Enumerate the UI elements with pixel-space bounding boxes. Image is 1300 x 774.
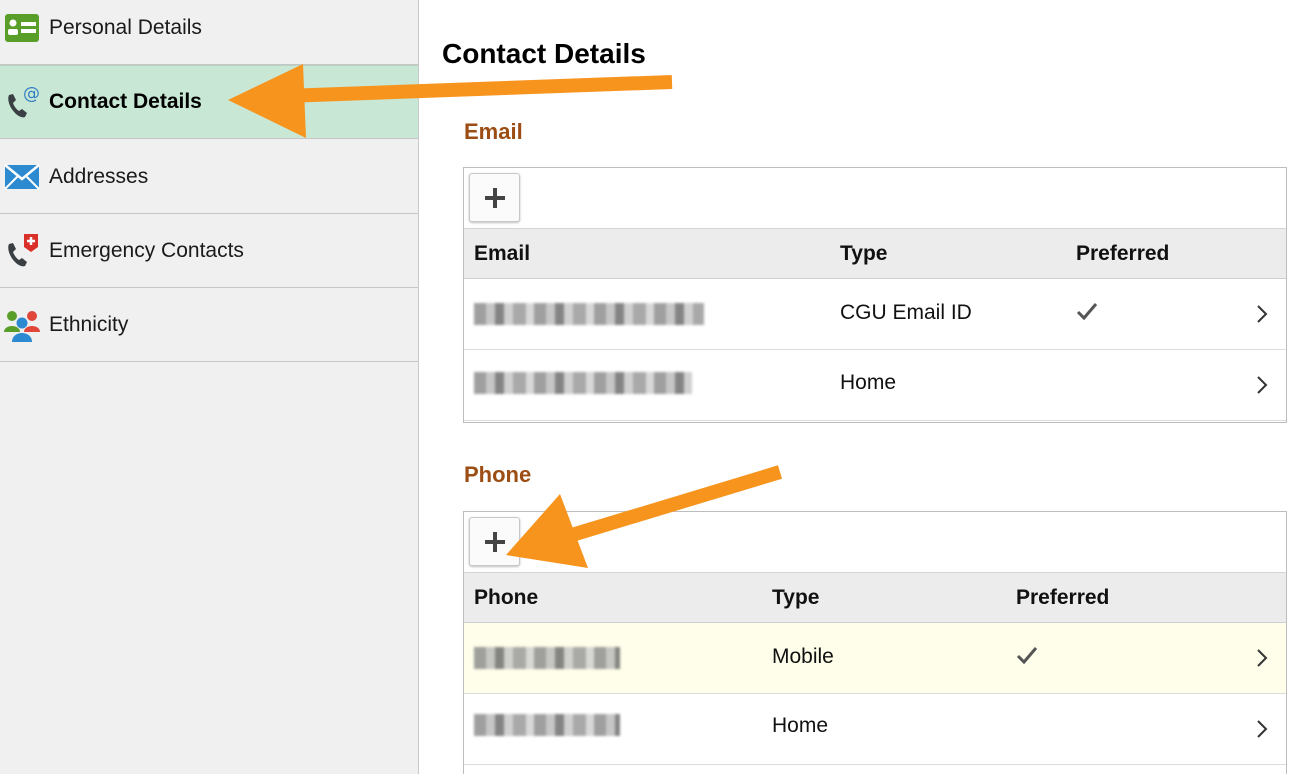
- phone-type: Mobile: [772, 645, 834, 668]
- redacted-email: [474, 303, 704, 325]
- people-icon: [3, 306, 41, 344]
- redacted-email: [474, 372, 692, 394]
- phone-section-title: Phone: [464, 462, 532, 487]
- chevron-right-icon[interactable]: [1256, 304, 1268, 329]
- checkmark-icon: [1076, 301, 1098, 326]
- column-header-preferred: Preferred: [1016, 586, 1110, 609]
- redacted-phone: [474, 714, 620, 736]
- sidebar-item-label: Personal Details: [49, 15, 202, 39]
- plus-icon: [484, 531, 505, 552]
- email-section-title: Email: [464, 119, 523, 144]
- phone-grid: Phone Type Preferred Mobile Home: [463, 511, 1287, 774]
- sidebar-item-label: Ethnicity: [49, 312, 129, 336]
- table-row[interactable]: Home: [464, 694, 1286, 765]
- sidebar-item-contact-details[interactable]: @ Contact Details: [0, 65, 418, 139]
- chevron-right-icon[interactable]: [1256, 375, 1268, 400]
- sidebar-item-label: Contact Details: [49, 90, 202, 113]
- plus-icon: [484, 187, 505, 208]
- email-grid-toolbar: [464, 168, 1286, 229]
- email-type: CGU Email ID: [840, 301, 972, 324]
- column-header-type: Type: [772, 586, 820, 609]
- column-header-email: Email: [474, 242, 531, 265]
- email-grid: Email Type Preferred CGU Email ID Home: [463, 167, 1287, 423]
- page-title: Contact Details: [442, 38, 646, 69]
- phone-grid-header: Phone Type Preferred: [464, 573, 1286, 623]
- table-row[interactable]: Home: [464, 350, 1286, 421]
- chevron-right-icon[interactable]: [1256, 719, 1268, 744]
- phone-grid-toolbar: [464, 512, 1286, 573]
- redacted-phone: [474, 647, 620, 669]
- svg-text:@: @: [23, 84, 40, 104]
- add-email-button[interactable]: [469, 173, 520, 222]
- emergency-phone-icon: [3, 232, 41, 270]
- phone-at-icon: @: [3, 83, 41, 121]
- sidebar-item-addresses[interactable]: Addresses: [0, 140, 418, 214]
- table-row[interactable]: Mobile: [464, 623, 1286, 694]
- sidebar-item-label: Addresses: [49, 164, 149, 188]
- chevron-right-icon[interactable]: [1256, 648, 1268, 673]
- envelope-icon: [3, 158, 41, 196]
- column-header-preferred: Preferred: [1076, 242, 1170, 265]
- add-phone-button[interactable]: [469, 517, 520, 566]
- email-grid-header: Email Type Preferred: [464, 229, 1286, 279]
- sidebar: Personal Details @ Contact Details Addre…: [0, 0, 419, 774]
- sidebar-item-label: Emergency Contacts: [49, 238, 244, 262]
- sidebar-item-personal-details[interactable]: Personal Details: [0, 0, 418, 65]
- id-card-icon: [3, 9, 41, 47]
- checkmark-icon: [1016, 645, 1038, 670]
- phone-type: Home: [772, 714, 829, 737]
- column-header-phone: Phone: [474, 586, 539, 609]
- table-row[interactable]: CGU Email ID: [464, 279, 1286, 350]
- column-header-type: Type: [840, 242, 888, 265]
- sidebar-item-emergency-contacts[interactable]: Emergency Contacts: [0, 214, 418, 288]
- email-type: Home: [840, 371, 897, 394]
- sidebar-item-ethnicity[interactable]: Ethnicity: [0, 288, 418, 362]
